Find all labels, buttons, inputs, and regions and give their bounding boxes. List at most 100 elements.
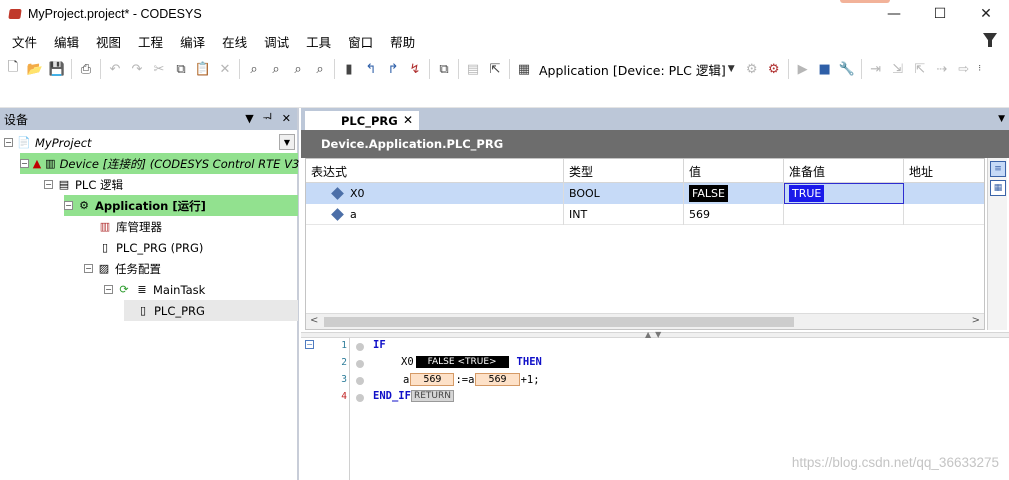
- collapse-toggle-icon[interactable]: −: [20, 159, 29, 168]
- panel-close-icon[interactable]: ✕: [282, 112, 291, 125]
- toolbar-overflow-icon[interactable]: ⁝: [975, 58, 985, 80]
- menu-build[interactable]: 编译: [172, 32, 214, 51]
- inline-monitor-value[interactable]: 569: [475, 373, 520, 386]
- scrollbar-thumb[interactable]: [324, 317, 794, 327]
- menu-window[interactable]: 窗口: [340, 32, 382, 51]
- collapse-toggle-icon[interactable]: −: [4, 138, 13, 147]
- prev-bookmark-icon[interactable]: ↰: [360, 58, 382, 80]
- menu-help[interactable]: 帮助: [382, 32, 424, 51]
- scroll-left-icon[interactable]: <: [310, 315, 318, 326]
- undo-icon[interactable]: ↶: [104, 58, 126, 80]
- tree-item-task-call[interactable]: ▯ PLC_PRG: [124, 300, 298, 321]
- clear-bookmarks-icon[interactable]: ↯: [404, 58, 426, 80]
- chevron-down-icon[interactable]: ▼: [728, 64, 735, 74]
- menu-online[interactable]: 在线: [214, 32, 256, 51]
- menu-view[interactable]: 视图: [88, 32, 130, 51]
- panel-menu-chevron-icon[interactable]: ▼: [245, 112, 253, 125]
- active-application-select[interactable]: Application [Device: PLC 逻辑]: [539, 60, 726, 79]
- set-next-statement-icon[interactable]: ⇨: [953, 58, 975, 80]
- menu-file[interactable]: 文件: [4, 32, 46, 51]
- col-value[interactable]: 值: [684, 159, 784, 183]
- tab-close-icon[interactable]: ✕: [403, 113, 413, 127]
- find-replace-icon[interactable]: ⌕: [265, 58, 287, 80]
- step-into-icon[interactable]: ⇲: [887, 58, 909, 80]
- save-icon[interactable]: 💾: [46, 58, 68, 80]
- menu-debug[interactable]: 调试: [256, 32, 298, 51]
- tabular-view-icon[interactable]: ▦: [990, 180, 1006, 196]
- windows-icon[interactable]: ⧉: [433, 58, 455, 80]
- next-bookmark-icon[interactable]: ↱: [382, 58, 404, 80]
- tab-label: PLC_PRG: [341, 113, 398, 128]
- col-address[interactable]: 地址: [904, 159, 986, 183]
- inline-monitor-value[interactable]: 569: [410, 373, 455, 386]
- copy-icon[interactable]: ⧉: [170, 58, 192, 80]
- horizontal-scrollbar[interactable]: < >: [306, 313, 984, 329]
- delete-icon[interactable]: ✕: [214, 58, 236, 80]
- scroll-right-icon[interactable]: >: [972, 315, 980, 326]
- run-to-cursor-icon[interactable]: ⇢: [931, 58, 953, 80]
- collapse-toggle-icon[interactable]: −: [64, 201, 73, 210]
- code-line[interactable]: 3 a 569 := a 569 +1;: [301, 372, 1009, 389]
- replace-icon[interactable]: ⌕: [309, 58, 331, 80]
- code-line[interactable]: 4 END_IF RETURN: [301, 389, 1009, 406]
- paste-icon[interactable]: 📋: [192, 58, 214, 80]
- cut-icon[interactable]: ✂: [148, 58, 170, 80]
- keyword: END_IF: [373, 390, 411, 402]
- tree-item-application[interactable]: − ⚙ Application [运行]: [64, 195, 298, 216]
- menu-tools[interactable]: 工具: [298, 32, 340, 51]
- logout-icon[interactable]: ⚙: [763, 58, 785, 80]
- close-button[interactable]: ✕: [963, 0, 1009, 28]
- tree-item-task-config[interactable]: − ▨ 任务配置: [84, 258, 161, 279]
- start-icon[interactable]: ▶: [792, 58, 814, 80]
- reset-icon[interactable]: 🔧: [836, 58, 858, 80]
- table-row[interactable]: a INT 569: [306, 204, 984, 225]
- stop-icon[interactable]: ■: [814, 58, 836, 80]
- breakpoint-slot-icon[interactable]: [356, 360, 364, 368]
- breakpoint-slot-icon[interactable]: [356, 394, 364, 402]
- collapse-toggle-icon[interactable]: −: [104, 285, 113, 294]
- breakpoint-slot-icon[interactable]: [356, 343, 364, 351]
- menu-edit[interactable]: 编辑: [46, 32, 88, 51]
- textual-view-icon[interactable]: ≡: [990, 161, 1006, 177]
- tree-item-project[interactable]: − 📄 MyProject ▼: [4, 132, 299, 153]
- minimize-button[interactable]: —: [871, 0, 917, 28]
- print-icon[interactable]: ⎙: [75, 58, 97, 80]
- tree-dropdown-button[interactable]: ▼: [279, 134, 295, 150]
- build-icon[interactable]: ▦: [513, 58, 535, 80]
- step-out-icon[interactable]: ⇱: [909, 58, 931, 80]
- tree-item-device[interactable]: − ▲ ▥ Device [连接的] (CODESYS Control RTE …: [20, 153, 329, 174]
- find-in-project-icon[interactable]: ⌕: [287, 58, 309, 80]
- open-folder-icon[interactable]: 📂: [24, 58, 46, 80]
- collapse-toggle-icon[interactable]: −: [84, 264, 93, 273]
- variable-name: a: [468, 373, 475, 386]
- col-prepared-value[interactable]: 准备值: [784, 159, 904, 183]
- code-line[interactable]: 2 X0 FALSE <TRUE> THEN: [301, 355, 1009, 372]
- pin-icon[interactable]: ᅯ: [263, 110, 273, 126]
- collapse-toggle-icon[interactable]: −: [44, 180, 53, 189]
- breakpoint-slot-icon[interactable]: [356, 377, 364, 385]
- inline-monitor-value[interactable]: FALSE <TRUE>: [415, 356, 509, 368]
- filter-funnel-icon[interactable]: [983, 33, 997, 47]
- find-icon[interactable]: ⌕: [243, 58, 265, 80]
- maximize-button[interactable]: ☐: [917, 0, 963, 28]
- bookmark-icon[interactable]: ▮: [338, 58, 360, 80]
- add-object-icon[interactable]: ▤: [462, 58, 484, 80]
- step-over-icon[interactable]: ⇥: [865, 58, 887, 80]
- export-icon[interactable]: ⇱: [484, 58, 506, 80]
- code-line[interactable]: 1 IF: [301, 338, 1009, 355]
- tab-list-chevron-icon[interactable]: ▼: [998, 114, 1005, 124]
- col-expression[interactable]: 表达式: [306, 159, 564, 183]
- tab-plc-prg[interactable]: PLC_PRG ✕: [305, 111, 419, 130]
- tree-item-library-manager[interactable]: ▥ 库管理器: [98, 216, 162, 237]
- tree-item-plc-prg[interactable]: ▯ PLC_PRG (PRG): [98, 237, 203, 258]
- redo-icon[interactable]: ↷: [126, 58, 148, 80]
- menu-project[interactable]: 工程: [130, 32, 172, 51]
- prepared-value-cell[interactable]: [784, 204, 904, 225]
- new-file-icon[interactable]: 🗋: [2, 58, 24, 80]
- tree-item-main-task[interactable]: − ⟳ ≣ MainTask: [104, 279, 205, 300]
- table-row[interactable]: X0 BOOL FALSE TRUE: [306, 183, 984, 204]
- login-icon[interactable]: ⚙: [741, 58, 763, 80]
- tree-item-plc-logic[interactable]: − ▤ PLC 逻辑: [44, 174, 123, 195]
- code-editor[interactable]: − 1 IF 2 X0 FALSE <TRUE> THEN 3 a 569:=…: [301, 338, 1009, 480]
- col-type[interactable]: 类型: [564, 159, 684, 183]
